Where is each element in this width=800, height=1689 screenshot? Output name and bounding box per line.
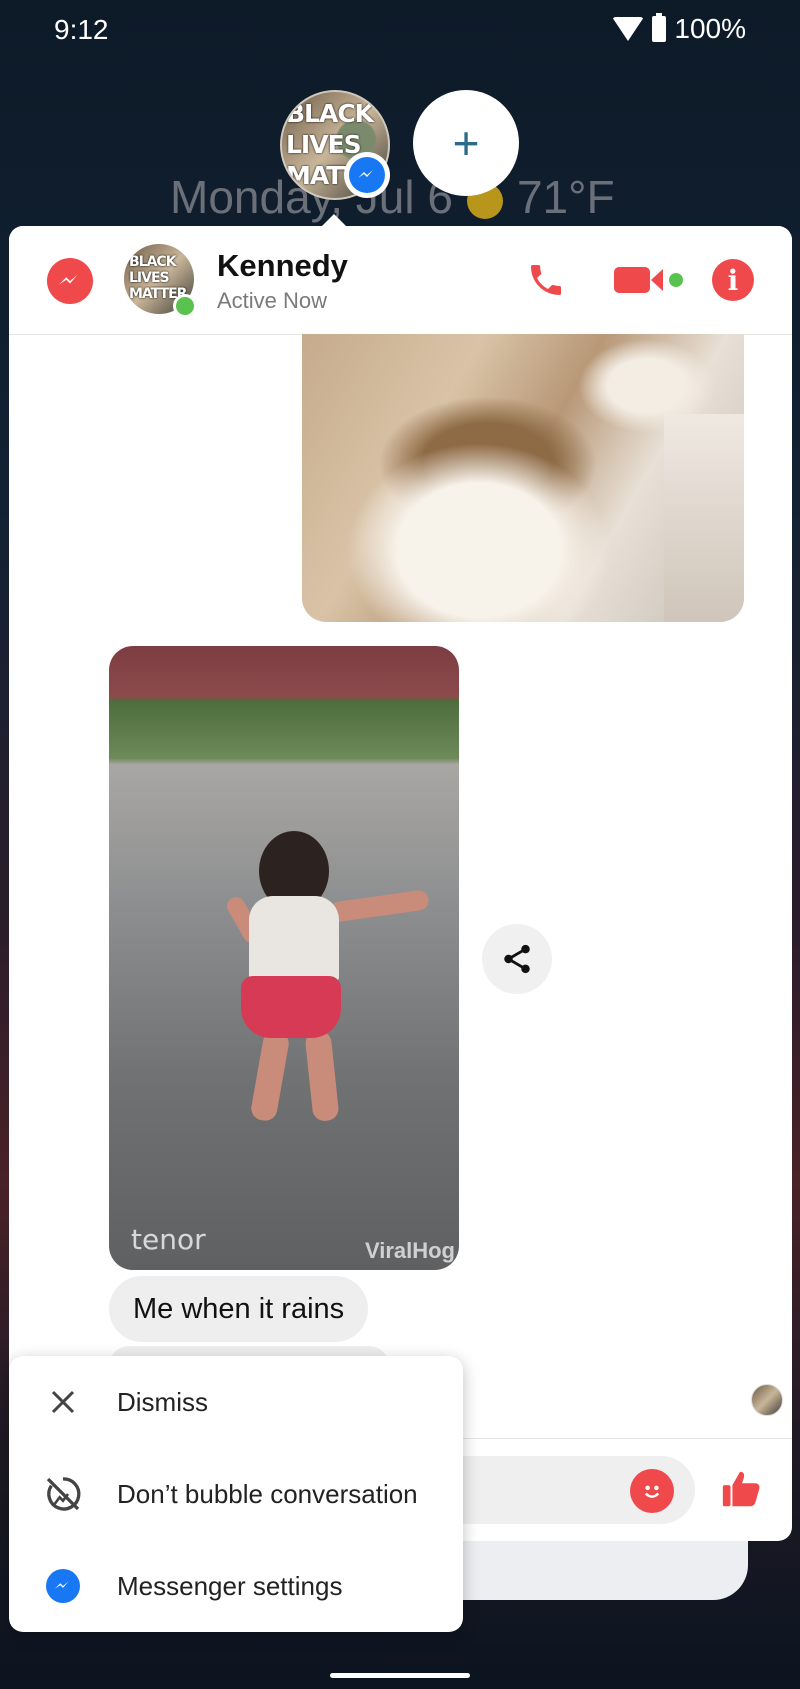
info-button[interactable]: i <box>709 256 757 304</box>
read-receipt-avatar <box>751 1384 783 1416</box>
thumbs-up-icon <box>722 1471 760 1507</box>
menu-label-dont-bubble: Don’t bubble conversation <box>117 1478 418 1509</box>
info-icon: i <box>712 259 754 301</box>
menu-item-dismiss[interactable]: Dismiss <box>9 1356 463 1448</box>
smiley-icon <box>644 1485 660 1498</box>
emoji-button[interactable] <box>630 1469 674 1513</box>
battery-icon <box>652 13 667 42</box>
chat-header: BLACK LIVES MATTER Kennedy Active Now i <box>9 226 792 335</box>
gesture-nav-handle[interactable] <box>330 1673 470 1678</box>
cat-gif[interactable] <box>302 334 744 622</box>
like-button[interactable] <box>717 1464 767 1514</box>
viralhog-watermark: ViralHog <box>364 1238 455 1263</box>
menu-item-dont-bubble[interactable]: Don’t bubble conversation <box>9 1448 463 1540</box>
close-icon <box>41 1380 85 1424</box>
bubble-pointer <box>322 214 346 226</box>
share-icon <box>504 944 530 974</box>
bubble-options-menu: Dismiss Don’t bubble conversation Messen… <box>9 1356 463 1632</box>
status-time: 9:12 <box>54 14 109 45</box>
online-status-dot <box>173 294 197 318</box>
message-text: Me when it rains <box>133 1292 345 1325</box>
chat-panel: BLACK LIVES MATTER Kennedy Active Now i … <box>9 226 792 1541</box>
message-bubble[interactable]: Me when it rains <box>109 1276 369 1342</box>
tenor-watermark: tenor <box>131 1223 206 1256</box>
messenger-app-button[interactable] <box>47 258 93 304</box>
bubble-off-icon <box>41 1472 85 1516</box>
battery-percent: 100% <box>674 13 746 44</box>
phone-icon <box>531 265 561 295</box>
rain-dance-gif[interactable]: tenor ViralHog <box>109 646 459 1270</box>
home-temperature: 71°F <box>516 171 615 223</box>
home-date-weather: Monday, Jul 6 71°F <box>170 170 615 224</box>
messenger-icon <box>41 1564 85 1608</box>
share-button[interactable] <box>482 924 552 994</box>
contact-name[interactable]: Kennedy <box>217 248 348 284</box>
video-camera-icon <box>613 267 650 293</box>
voice-call-button[interactable] <box>521 256 571 304</box>
video-call-button[interactable] <box>613 256 683 304</box>
menu-item-messenger-settings[interactable]: Messenger settings <box>9 1540 463 1632</box>
menu-label-dismiss: Dismiss <box>117 1386 208 1417</box>
contact-status: Active Now <box>217 288 328 313</box>
wifi-icon <box>612 17 645 41</box>
menu-label-messenger-settings: Messenger settings <box>117 1570 343 1601</box>
status-bar: 9:12 100% <box>0 0 800 58</box>
add-bubble-button[interactable]: + <box>413 90 519 196</box>
video-active-dot <box>668 273 683 287</box>
messenger-badge <box>344 152 390 198</box>
plus-icon: + <box>452 117 480 169</box>
status-icons: 100% <box>612 13 746 45</box>
messenger-icon <box>349 157 385 193</box>
